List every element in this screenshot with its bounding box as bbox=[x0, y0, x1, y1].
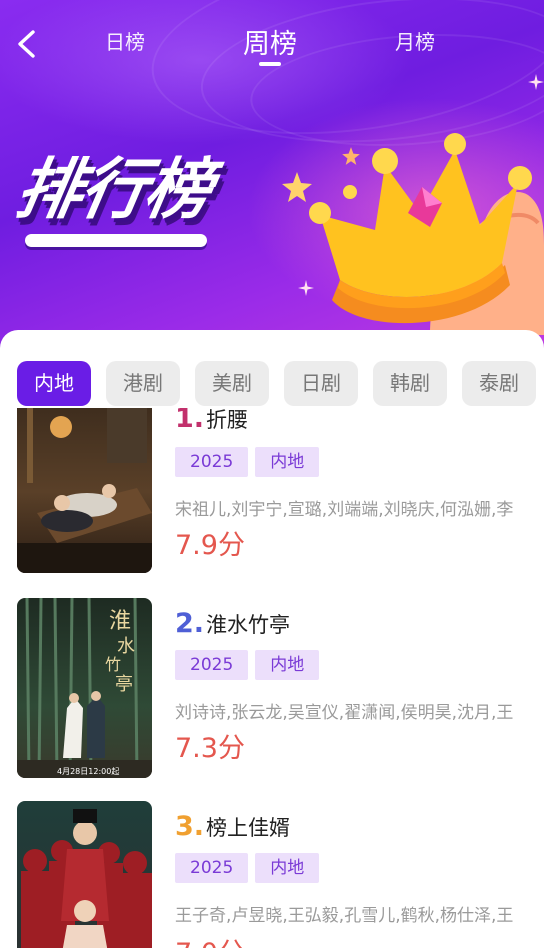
year-tag: 2025 bbox=[175, 447, 249, 477]
svg-text:亭: 亭 bbox=[115, 674, 133, 695]
score: 7.9分 bbox=[175, 530, 245, 561]
chevron-left-icon bbox=[18, 30, 35, 58]
score: 7.0分 bbox=[175, 931, 245, 948]
poster-image: 淮 水 竹 亭 4月28日12:00起 bbox=[17, 598, 152, 778]
rank-title-row: 1.折腰 bbox=[175, 408, 248, 437]
ranking-banner: 日榜 周榜 月榜 排行榜 bbox=[0, 0, 544, 360]
category-filter-bar: 内地 港剧 美剧 日剧 韩剧 泰剧 bbox=[17, 361, 544, 407]
score: 7.3分 bbox=[175, 733, 245, 764]
poster-caption: 4月28日12:00起 bbox=[57, 767, 119, 776]
drama-title: 榜上佳婿 bbox=[206, 816, 291, 840]
ranking-item[interactable]: 淮 水 竹 亭 4月28日12:00起 2.淮水竹亭 2025内地 刘诗诗,张 bbox=[0, 596, 544, 778]
sparkle-icon bbox=[528, 74, 544, 90]
rank-title-row: 3.榜上佳婿 bbox=[175, 811, 290, 845]
drama-title: 淮水竹亭 bbox=[206, 613, 291, 637]
poster-image bbox=[17, 408, 152, 573]
tag-row: 2025 内地 bbox=[175, 447, 326, 477]
ranking-item[interactable]: 1.折腰 2025 内地 宋祖儿,刘宇宁,宣璐,刘端端,刘晓庆,何泓姗,李 7.9… bbox=[0, 408, 544, 573]
category-chip-hk[interactable]: 港剧 bbox=[106, 361, 180, 406]
poster-image: 榜 bbox=[17, 801, 152, 948]
back-button[interactable] bbox=[10, 24, 46, 64]
region-tag: 内地 bbox=[255, 853, 320, 883]
cast-list: 刘诗诗,张云龙,吴宣仪,翟潇闻,侯明昊,沈月,王 bbox=[175, 703, 514, 723]
category-chip-th[interactable]: 泰剧 bbox=[462, 361, 536, 406]
ranking-list: 1.折腰 2025 内地 宋祖儿,刘宇宁,宣璐,刘端端,刘晓庆,何泓姗,李 7.9… bbox=[0, 408, 544, 948]
year-tag: 2025 bbox=[175, 650, 249, 680]
category-chip-mainland[interactable]: 内地 bbox=[17, 361, 91, 406]
region-tag: 内地 bbox=[255, 650, 320, 680]
active-tab-indicator bbox=[259, 62, 281, 66]
tag-row: 2025 内地 bbox=[175, 650, 326, 680]
tab-weekly[interactable]: 周榜 bbox=[236, 22, 304, 61]
rank-number: 3. bbox=[175, 811, 205, 842]
svg-text:淮: 淮 bbox=[109, 609, 131, 634]
cast-list: 宋祖儿,刘宇宁,宣璐,刘端端,刘晓庆,何泓姗,李 bbox=[175, 500, 514, 520]
year-tag: 2025 bbox=[175, 853, 249, 883]
ranking-item[interactable]: 榜 3.榜上佳婿 2025内地 王子奇,卢昱晓,王弘毅,孔雪儿,鹤秋,杨仕泽,王… bbox=[0, 799, 544, 948]
category-chip-jp[interactable]: 日剧 bbox=[284, 361, 358, 406]
ranking-sheet: 内地 港剧 美剧 日剧 韩剧 泰剧 1.折腰 2025 内地 宋祖儿,刘宇宁,宣… bbox=[0, 330, 544, 948]
rank-number: 1. bbox=[175, 408, 205, 434]
tab-monthly[interactable]: 月榜 bbox=[390, 26, 440, 55]
tab-daily[interactable]: 日榜 bbox=[100, 26, 150, 55]
banner-underline bbox=[25, 234, 207, 247]
drama-title: 折腰 bbox=[206, 408, 249, 432]
rank-title-row: 2.淮水竹亭 bbox=[175, 608, 290, 642]
banner-title: 排行榜 bbox=[10, 151, 216, 228]
tag-row: 2025 内地 bbox=[175, 853, 326, 883]
region-tag: 内地 bbox=[255, 447, 320, 477]
svg-text:竹: 竹 bbox=[105, 655, 121, 674]
cast-list: 王子奇,卢昱晓,王弘毅,孔雪儿,鹤秋,杨仕泽,王 bbox=[175, 906, 514, 926]
rank-number: 2. bbox=[175, 608, 205, 639]
category-chip-kr[interactable]: 韩剧 bbox=[373, 361, 447, 406]
category-chip-us[interactable]: 美剧 bbox=[195, 361, 269, 406]
crown-icon bbox=[309, 133, 544, 335]
svg-text:水: 水 bbox=[117, 636, 135, 657]
